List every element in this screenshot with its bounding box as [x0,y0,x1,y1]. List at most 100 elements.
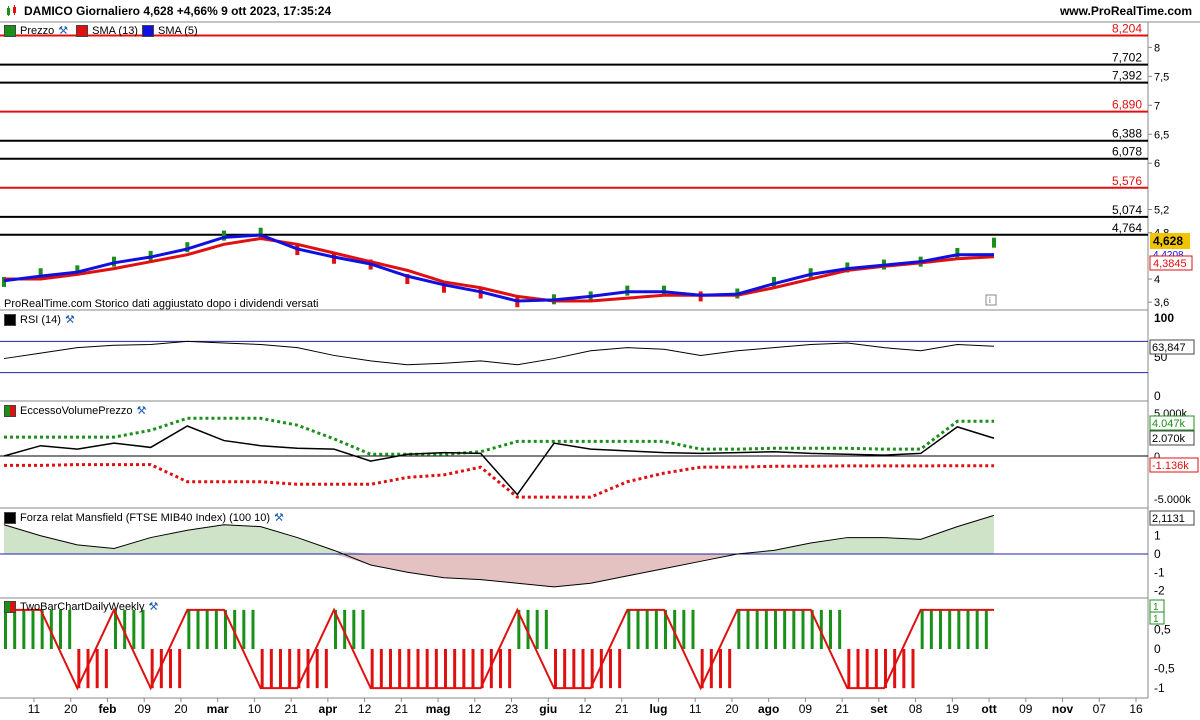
x-tick-label: giu [539,702,557,716]
twobar-bar [563,649,567,689]
price-candle [992,237,996,248]
twobar-bar [792,609,796,649]
twobar-bar [609,649,612,689]
svg-text:i: i [989,296,991,305]
twobar-bar [728,649,732,689]
x-tick-label: 09 [1019,702,1033,716]
volume-swatch [4,404,16,417]
wrench-icon[interactable]: ⚒ [65,313,75,326]
y-axis: 87,576,565,24,843,61005005.000k0-5.000k1… [1148,42,1191,695]
data-note: ProRealTime.com Storico dati aggiustato … [4,298,318,310]
x-tick-label: lug [649,702,667,716]
price-level-label: 6,890 [1112,98,1142,112]
y-tick-label: 0 [1154,642,1161,656]
x-tick-label: 20 [174,702,188,716]
twobar-bar [361,609,365,649]
twobar-value-label-bottom: 1 [1153,614,1159,625]
twobar-bar [755,609,759,649]
sma13-label: SMA (13) [92,24,138,37]
twobar-bar [719,649,722,689]
wrench-icon[interactable]: ⚒ [149,600,159,613]
volume-lower-label: -1.136k [1152,460,1189,472]
y-tick-label: -2 [1154,584,1165,598]
y-tick-label: 1 [1154,529,1161,543]
twobar-value-label-top: 1 [1153,602,1159,613]
price-level-label: 8,204 [1112,22,1142,36]
last-price-label: 4,628 [1153,234,1183,248]
twobar-bar [471,649,475,689]
y-tick-label: 3,6 [1154,297,1169,309]
volume-lower-band [4,463,994,499]
x-tick-label: mar [207,702,229,716]
twobar-bar [324,649,328,689]
x-tick-label: 12 [468,702,482,716]
twobar-bar [544,609,548,649]
y-tick-label: 7,5 [1154,71,1169,83]
chart-area[interactable]: 8,204 7,702 7,392 6,890 6,388 6,078 5,576 5,074… [0,0,1200,720]
price-levels: 8,204 7,702 7,392 6,890 6,388 6,078 5,576 5,074… [0,22,1148,236]
twobar-bar [379,649,383,689]
twobar-bar [416,649,420,689]
twobar-legend-label: TwoBarChartDailyWeekly [20,600,145,613]
x-tick-label: 21 [395,702,409,716]
price-level-label: 7,392 [1112,69,1142,83]
twobar-bar [370,649,374,689]
twobar-bar [691,609,695,649]
rsi-value-label: 63,847 [1152,342,1186,354]
x-tick-label: ago [758,702,779,716]
twobar-bar [279,649,282,689]
rsi-legend-label: RSI (14) [20,313,61,326]
twobar-bar [535,609,539,649]
twobar-bar [251,609,255,649]
twobar-bar [31,609,35,649]
twobar-bar [939,609,942,649]
twobar-bar [902,649,906,689]
twobar-bar [205,609,209,649]
volume-upper-band [4,416,994,456]
mansfield-legend-label: Forza relat Mansfield (FTSE MIB40 Index)… [20,511,271,524]
rsi-legend: RSI (14) ⚒ [4,313,79,326]
twobar-bar [508,649,512,689]
twobar-bar [407,649,411,689]
twobar-bar [95,649,99,689]
y-tick-label: 6 [1154,158,1160,170]
sma13-value-label: 4,3845 [1153,258,1187,270]
y-tick-label: 0 [1154,389,1161,403]
twobar-bar [499,649,502,689]
twobar-bar [627,609,631,649]
sma5-label: SMA (5) [157,24,198,37]
y-tick-label: 100 [1154,311,1174,325]
x-tick-label: 21 [284,702,298,716]
twobar-bar [315,649,319,689]
twobar-bar [774,609,777,649]
x-tick-label: 07 [1093,702,1107,716]
twobar-bar [554,649,557,689]
wrench-icon[interactable]: ⚒ [274,511,284,524]
x-tick-label: 11 [689,702,702,716]
y-tick-label: 7 [1154,100,1160,112]
price-plot [2,227,996,308]
mansfield-value-label: 2,1131 [1152,513,1185,525]
twobar-bar [984,609,988,649]
x-tick-label: apr [319,702,338,716]
twobar-bar [618,649,622,689]
twobar-bar [920,609,924,649]
twobar-bar [572,649,576,689]
y-tick-label: 6,5 [1154,129,1169,141]
rsi-plot [0,340,1148,374]
twobar-legend: TwoBarChartDailyWeekly ⚒ [4,600,162,613]
x-tick-label: nov [1052,702,1074,716]
wrench-icon[interactable]: ⚒ [58,24,68,37]
info-icon[interactable] [985,294,997,306]
price-level-label: 5,576 [1112,174,1142,188]
wrench-icon[interactable]: ⚒ [137,404,147,417]
volume-mid-label: 2.070k [1152,433,1186,445]
twobar-bar [682,609,686,649]
y-tick-label: 8 [1154,42,1160,54]
twobar-bar [645,609,649,649]
x-tick-label: 09 [138,702,152,716]
twobar-bar [13,609,17,649]
twobar-bar [178,649,182,689]
x-tick-label: set [870,702,887,716]
twobar-bar [737,609,741,649]
